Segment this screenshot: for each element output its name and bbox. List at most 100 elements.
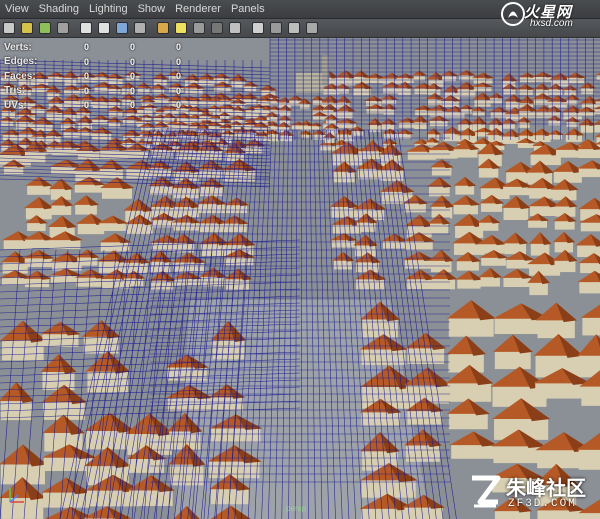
building-wall [529, 187, 556, 199]
hud-value: 0 [176, 100, 182, 111]
building-wall [15, 121, 35, 130]
building-wall [407, 346, 445, 365]
hud-label: Tris: [4, 85, 26, 97]
texture-icon[interactable] [157, 22, 169, 34]
ao-icon[interactable] [211, 22, 223, 34]
resolution-gate-icon[interactable] [270, 22, 282, 34]
building-wall [25, 238, 53, 249]
building-wall [167, 396, 211, 412]
camera-icon[interactable] [3, 22, 15, 34]
building-wall [199, 222, 226, 232]
building-wall [92, 119, 110, 125]
isolate-icon[interactable] [252, 22, 264, 34]
lights-icon[interactable] [175, 22, 187, 34]
building-wall [453, 148, 478, 158]
building-wall [443, 133, 461, 142]
building-wall [99, 168, 123, 179]
building-wall [480, 276, 500, 287]
building-wall [503, 186, 531, 196]
building-wall [554, 259, 576, 273]
building-wall [126, 223, 153, 234]
watermark-zf3d: 朱峰社区 ZF3D.COM [468, 470, 598, 516]
building-wall [46, 111, 63, 120]
maya-viewport-window: View Shading Lighting Show Renderer Pane… [0, 0, 600, 519]
building-wall [75, 203, 97, 215]
building-wall [594, 108, 600, 115]
building-wall [535, 381, 590, 399]
building-wall [473, 86, 492, 92]
watermark-bottom-site: ZF3D.COM [508, 498, 577, 510]
safe-area-icon[interactable] [306, 22, 318, 34]
building-wall [453, 203, 478, 215]
menu-lighting[interactable]: Lighting [84, 0, 133, 18]
flame-logo-icon [501, 2, 525, 26]
frame-all-icon[interactable] [80, 22, 92, 34]
menu-panels[interactable]: Panels [226, 0, 270, 18]
building-wall [578, 447, 600, 470]
axis-gizmo-icon [9, 488, 24, 503]
building-wall [27, 184, 51, 195]
image-plane-icon[interactable] [39, 22, 51, 34]
building-wall [209, 460, 260, 479]
building-wall [382, 240, 407, 249]
building-wall [581, 384, 600, 406]
building-wall [51, 204, 72, 215]
building-wall [331, 239, 356, 248]
building-wall [399, 122, 416, 128]
building-wall [481, 202, 503, 212]
building-wall [553, 170, 582, 183]
building-wall [167, 366, 207, 381]
building-wall [101, 186, 132, 199]
grid-icon[interactable] [57, 22, 69, 34]
hud-label: UVs: [4, 99, 27, 111]
hud-value: 0 [176, 42, 182, 53]
building-wall [479, 222, 499, 231]
building-wall [594, 124, 600, 133]
menu-show[interactable]: Show [133, 0, 171, 18]
hud-row: Edges: 0 0 0 [4, 55, 200, 70]
menu-renderer[interactable]: Renderer [170, 0, 226, 18]
building-wall [481, 257, 507, 266]
building-wall [428, 185, 450, 197]
wireframe-icon[interactable] [116, 22, 128, 34]
hud-value: 0 [130, 85, 136, 96]
building-wall [533, 76, 553, 82]
poly-count-hud: Verts: 0 0 0 Edges: 0 0 0 Faces: 0 0 0 Tris: 0 0 0 UVs: 0… [4, 40, 200, 113]
building-wall [99, 222, 126, 231]
building-wall [504, 242, 527, 255]
building-wall [129, 489, 173, 507]
menu-shading[interactable]: Shading [34, 0, 84, 18]
hud-value: 0 [84, 71, 90, 82]
building-wall [565, 134, 582, 142]
building-wall [225, 204, 248, 214]
film-gate-icon[interactable] [288, 22, 300, 34]
watermark-bottom-brand: 朱峰社区 [506, 476, 586, 500]
building-wall [451, 443, 496, 459]
watermark-top-site: hxsd.com [530, 18, 573, 29]
building-wall [490, 111, 508, 118]
hud-value: 0 [130, 42, 136, 53]
watermark-hxsd: 火星网 hxsd.com [500, 1, 596, 31]
frame-selected-icon[interactable] [98, 22, 110, 34]
building-wall [579, 280, 600, 294]
building-wall [211, 427, 261, 443]
building-wall [529, 281, 548, 296]
shadow-icon[interactable] [193, 22, 205, 34]
hud-value: 0 [130, 71, 136, 82]
building-wall [430, 120, 448, 127]
building-wall [494, 350, 531, 370]
xray-icon[interactable] [229, 22, 241, 34]
hud-value: 0 [176, 56, 182, 67]
hud-value: 0 [84, 100, 90, 111]
menu-view[interactable]: View [0, 0, 34, 18]
hud-label: Faces: [4, 70, 36, 82]
bookmark-icon[interactable] [21, 22, 33, 34]
hud-value: 0 [84, 42, 90, 53]
building-wall [528, 219, 547, 228]
building-wall [456, 260, 479, 271]
building-wall [337, 110, 354, 119]
building-wall [457, 88, 476, 97]
camera-name-label: persp [286, 504, 307, 513]
building-wall [478, 167, 499, 178]
smooth-shade-icon[interactable] [134, 22, 146, 34]
